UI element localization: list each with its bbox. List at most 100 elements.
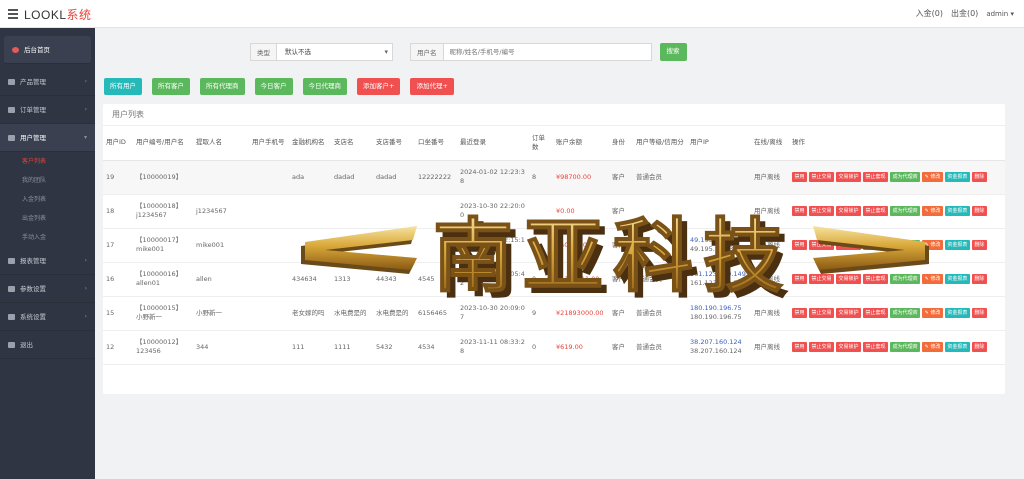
- ip-register: 161.123.209.149: [690, 270, 746, 278]
- action-button[interactable]: 禁止交易: [809, 172, 835, 182]
- action-button[interactable]: 资金报表: [944, 172, 970, 182]
- user-code: 【10000019】: [136, 172, 183, 181]
- cell-online: 用户离线: [751, 330, 789, 365]
- action-button[interactable]: 禁止交易: [809, 240, 835, 250]
- sidebar-nav-list: 产品管理 › 订单管理 › 用户管理 ▾ 客户列表 我的团队 入金列表 出金列表 手动入金 报表管理 ›…: [0, 68, 95, 359]
- cell-level: [633, 194, 687, 229]
- menu-toggle-icon[interactable]: [8, 9, 18, 19]
- user-code: 【10000012】: [136, 338, 183, 346]
- chevron-right-icon: ›: [84, 257, 87, 264]
- action-button[interactable]: 禁止套现: [863, 206, 889, 216]
- sidebar-subitem[interactable]: 我的团队: [0, 171, 95, 190]
- action-button[interactable]: ✎ 修改: [922, 274, 943, 284]
- action-button[interactable]: 成为代理商: [890, 172, 921, 182]
- action-button[interactable]: 交易锁护: [836, 274, 862, 284]
- action-button[interactable]: 资金报表: [944, 342, 970, 352]
- action-button[interactable]: 交易锁护: [836, 172, 862, 182]
- cell-role: 客户: [609, 194, 633, 229]
- action-button[interactable]: ✎ 修改: [922, 240, 943, 250]
- user-name: 小野新一: [136, 313, 162, 321]
- action-button[interactable]: 成为代理商: [890, 240, 921, 250]
- action-button[interactable]: 禁用: [792, 308, 808, 318]
- action-button[interactable]: 交易锁护: [836, 342, 862, 352]
- action-button[interactable]: 资金报表: [944, 308, 970, 318]
- action-buttons: 禁用 禁止交易 交易锁护 禁止套现 成为代理商 ✎ 修改 资金报表 删除: [792, 274, 1002, 284]
- order-icon: [8, 107, 15, 113]
- table-row: 19 【10000019】 ada dadad dadad 12222222 2024-01…: [103, 160, 1005, 195]
- username-input[interactable]: [443, 43, 652, 61]
- withdraw-link[interactable]: 出金(0): [951, 8, 978, 19]
- action-button[interactable]: 删除: [971, 342, 987, 352]
- action-button[interactable]: 禁用: [792, 240, 808, 250]
- sidebar-item-params[interactable]: 参数设置 ›: [0, 275, 95, 303]
- sidebar-item-product[interactable]: 产品管理 ›: [0, 68, 95, 96]
- tab-button[interactable]: 添加客户+: [357, 78, 401, 95]
- action-button[interactable]: 禁止套现: [863, 342, 889, 352]
- action-button[interactable]: 成为代理商: [890, 274, 921, 284]
- column-header: 账户余额: [553, 126, 609, 161]
- action-button[interactable]: 删除: [971, 274, 987, 284]
- column-header: 用户手机号: [249, 126, 289, 161]
- action-button[interactable]: 成为代理商: [890, 206, 921, 216]
- tab-button[interactable]: 所有客户: [152, 78, 190, 95]
- sidebar-subitem[interactable]: 手动入金: [0, 228, 95, 247]
- action-button[interactable]: 资金报表: [944, 274, 970, 284]
- sidebar-item-user[interactable]: 用户管理 ▾: [0, 124, 95, 152]
- action-button[interactable]: 禁止交易: [809, 308, 835, 318]
- action-button[interactable]: 禁止交易: [809, 274, 835, 284]
- tab-button[interactable]: 所有代理商: [200, 78, 245, 95]
- tab-button[interactable]: 今日代理商: [302, 78, 347, 95]
- action-button[interactable]: 成为代理商: [890, 308, 921, 318]
- tab-button[interactable]: 所有用户: [104, 78, 142, 95]
- column-header: 用户IP: [687, 126, 751, 161]
- sidebar-item-logout[interactable]: 退出: [0, 331, 95, 359]
- type-select[interactable]: 默认不选: [277, 43, 393, 61]
- sidebar-item-system[interactable]: 系统设置 ›: [0, 303, 95, 331]
- tab-button[interactable]: 添加代理+: [410, 78, 454, 95]
- user-menu[interactable]: admin ▾: [986, 10, 1014, 18]
- cell-branch_no: 44343: [373, 262, 415, 297]
- sidebar-item-report[interactable]: 报表管理 ›: [0, 247, 95, 275]
- action-button[interactable]: 禁用: [792, 172, 808, 182]
- action-button[interactable]: 交易锁护: [836, 240, 862, 250]
- action-button[interactable]: 资金报表: [944, 240, 970, 250]
- action-button[interactable]: ✎ 修改: [922, 342, 943, 352]
- cell-id: 16: [103, 262, 133, 297]
- action-button[interactable]: 删除: [971, 308, 987, 318]
- cell-level: 普通会员: [633, 296, 687, 331]
- column-header: 支店名: [331, 126, 373, 161]
- action-button[interactable]: ✎ 修改: [922, 172, 943, 182]
- action-button[interactable]: 交易锁护: [836, 308, 862, 318]
- sidebar-item-home[interactable]: 后台首页: [4, 36, 91, 64]
- action-button[interactable]: ✎ 修改: [922, 308, 943, 318]
- action-button[interactable]: 删除: [971, 206, 987, 216]
- action-button[interactable]: 资金报表: [944, 206, 970, 216]
- action-button[interactable]: 禁止套现: [863, 274, 889, 284]
- action-button[interactable]: 禁用: [792, 206, 808, 216]
- sidebar-subitem[interactable]: 入金列表: [0, 190, 95, 209]
- action-button[interactable]: ✎ 修改: [922, 206, 943, 216]
- action-button[interactable]: 禁止套现: [863, 308, 889, 318]
- search-button[interactable]: 搜索: [659, 43, 687, 61]
- cell-online: 用户离线: [751, 296, 789, 331]
- ip-last: 38.207.160.124: [690, 347, 742, 355]
- action-button[interactable]: 禁用: [792, 274, 808, 284]
- action-button[interactable]: 禁用: [792, 342, 808, 352]
- sidebar-subitem[interactable]: 客户列表: [0, 152, 95, 171]
- action-button[interactable]: 删除: [971, 240, 987, 250]
- action-button[interactable]: 删除: [971, 172, 987, 182]
- action-button[interactable]: 成为代理商: [890, 342, 921, 352]
- action-button[interactable]: 禁止交易: [809, 342, 835, 352]
- deposit-link[interactable]: 入金(0): [916, 8, 943, 19]
- cell-id: 18: [103, 194, 133, 229]
- sidebar-item-label: 订单管理: [20, 106, 46, 114]
- tab-button[interactable]: 今日客户: [254, 78, 293, 95]
- action-button[interactable]: 禁止套现: [863, 240, 889, 250]
- action-button[interactable]: 禁止套现: [863, 172, 889, 182]
- cell-branch: dadad: [331, 160, 373, 195]
- sidebar-subitem[interactable]: 出金列表: [0, 209, 95, 228]
- action-button[interactable]: 禁止交易: [809, 206, 835, 216]
- action-button[interactable]: 交易锁护: [836, 206, 862, 216]
- sidebar-item-label: 后台首页: [24, 46, 50, 54]
- sidebar-item-order[interactable]: 订单管理 ›: [0, 96, 95, 124]
